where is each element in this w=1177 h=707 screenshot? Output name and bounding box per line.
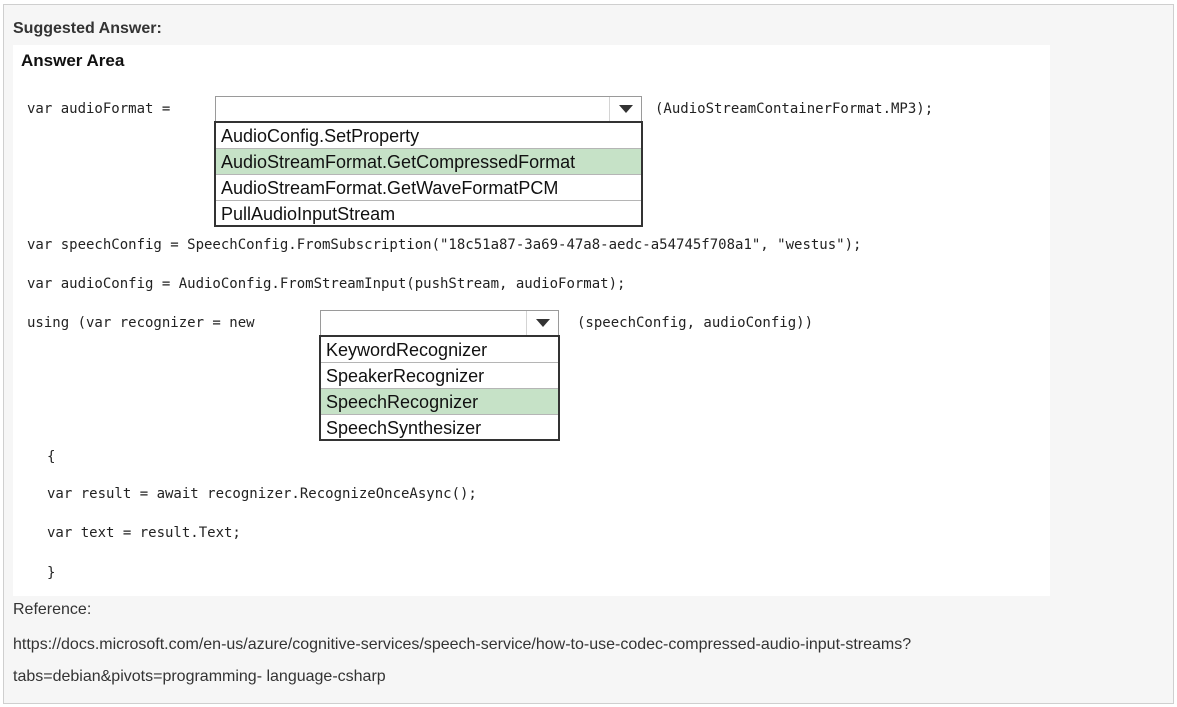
triangle-down-icon[interactable] <box>609 97 641 121</box>
code-line-result: var result = await recognizer.RecognizeO… <box>47 486 477 502</box>
triangle-down-icon[interactable] <box>526 311 558 335</box>
code-line-audio-format-suffix: (AudioStreamContainerFormat.MP3); <box>655 101 934 117</box>
code-line-text: var text = result.Text; <box>47 525 241 541</box>
dropdown-option-selected[interactable]: AudioStreamFormat.GetCompressedFormat <box>216 149 641 175</box>
dropdown-option[interactable]: SpeechSynthesizer <box>321 415 558 441</box>
code-line-audio-format-prefix: var audioFormat = <box>27 101 171 117</box>
dropdown-option[interactable]: SpeakerRecognizer <box>321 363 558 389</box>
code-close-brace: } <box>47 565 56 581</box>
dropdown-audio-format-options: AudioConfig.SetProperty AudioStreamForma… <box>214 121 643 227</box>
code-open-brace: { <box>47 449 56 465</box>
code-line-using-suffix: (speechConfig, audioConfig)) <box>577 315 814 331</box>
dropdown-recognizer[interactable] <box>320 310 559 336</box>
reference-url-line-1[interactable]: https://docs.microsoft.com/en-us/azure/c… <box>13 636 911 654</box>
dropdown-option[interactable]: PullAudioInputStream <box>216 201 641 227</box>
code-line-audio-config: var audioConfig = AudioConfig.FromStream… <box>27 276 626 292</box>
reference-label: Reference: <box>13 601 92 618</box>
dropdown-option[interactable]: AudioStreamFormat.GetWaveFormatPCM <box>216 175 641 201</box>
suggested-answer-heading: Suggested Answer: <box>13 20 162 37</box>
reference-url-line-2[interactable]: tabs=debian&pivots=programming- language… <box>13 668 386 686</box>
dropdown-recognizer-options: KeywordRecognizer SpeakerRecognizer Spee… <box>319 335 560 441</box>
answer-area-title: Answer Area <box>21 51 125 70</box>
dropdown-option-selected[interactable]: SpeechRecognizer <box>321 389 558 415</box>
answer-area-panel: Answer Area var audioFormat = (AudioStre… <box>13 45 1050 596</box>
dropdown-option[interactable]: AudioConfig.SetProperty <box>216 123 641 149</box>
code-line-speech-config: var speechConfig = SpeechConfig.FromSubs… <box>27 237 862 253</box>
dropdown-audio-format[interactable] <box>215 96 642 122</box>
dropdown-option[interactable]: KeywordRecognizer <box>321 337 558 363</box>
code-line-using-prefix: using (var recognizer = new <box>27 315 255 331</box>
